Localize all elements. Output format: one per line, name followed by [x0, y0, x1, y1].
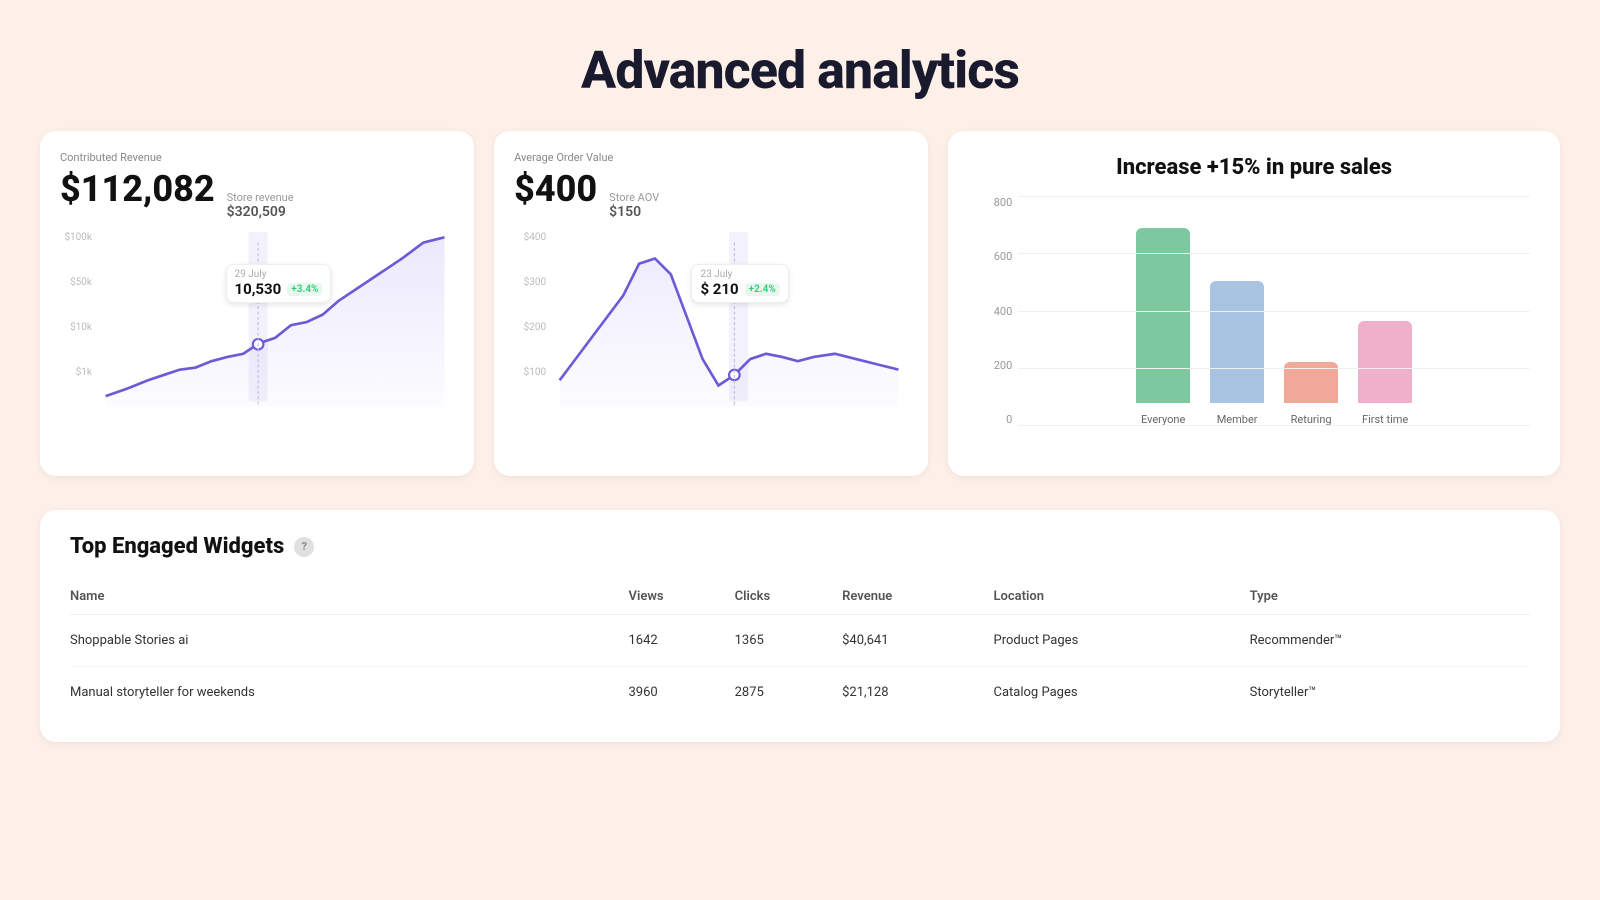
page-title: Advanced analytics	[0, 0, 1600, 131]
row2-type: Storyteller™	[1250, 667, 1530, 719]
help-icon[interactable]: ?	[294, 537, 314, 557]
revenue-card-label: Contributed Revenue	[60, 151, 454, 164]
bars-group: Everyone Member Returing First time	[1136, 226, 1412, 456]
widgets-title: Top Engaged Widgets	[70, 534, 284, 559]
aov-y3: $200	[524, 322, 546, 333]
col-views: Views	[629, 579, 735, 615]
aov-tooltip: 23 July $ 210 +2.4%	[691, 264, 788, 303]
aov-y4: $100	[524, 367, 546, 378]
bar-chart-title: Increase +15% in pure sales	[978, 155, 1530, 180]
revenue-y4: $1k	[76, 367, 92, 378]
col-location: Location	[994, 579, 1250, 615]
bar-everyone	[1136, 228, 1190, 403]
row2-views: 3960	[629, 667, 735, 719]
revenue-sub-label: Store revenue	[227, 191, 294, 204]
row2-clicks: 2875	[735, 667, 843, 719]
bar-item-member: Member	[1210, 281, 1264, 426]
bar-y1: 800	[994, 196, 1013, 209]
bar-returning	[1284, 362, 1338, 403]
bar-chart-y-axis: 800 600 400 200 0	[978, 196, 1018, 426]
bar-item-returning: Returing	[1284, 362, 1338, 426]
aov-card: Average Order Value $400 Store AOV $150 …	[494, 131, 928, 476]
revenue-line-chart	[96, 232, 454, 412]
aov-sub-label: Store AOV	[609, 191, 659, 204]
revenue-card-values: $112,082 Store revenue $320,509	[60, 168, 454, 220]
aov-main-value: $400	[514, 168, 597, 210]
revenue-tooltip: 29 July 10,530 +3.4%	[226, 264, 332, 303]
bar-chart-container: 800 600 400 200 0 Everyone	[978, 196, 1530, 456]
revenue-tooltip-date: 29 July	[235, 269, 323, 280]
aov-chart: $400 $300 $200 $100	[514, 232, 908, 412]
widgets-title-row: Top Engaged Widgets ?	[70, 534, 1530, 559]
table-row: Shoppable Stories ai 1642 1365 $40,641 P…	[70, 615, 1530, 667]
table-header: Name Views Clicks Revenue Location Type	[70, 579, 1530, 615]
bar-item-firsttime: First time	[1358, 321, 1412, 426]
aov-card-label: Average Order Value	[514, 151, 908, 164]
revenue-card: Contributed Revenue $112,082 Store reven…	[40, 131, 474, 476]
bar-label-firsttime: First time	[1362, 413, 1408, 426]
row2-revenue: $21,128	[842, 667, 993, 719]
revenue-chart: $100k $50k $10k $1k	[60, 232, 454, 412]
row2-name: Manual storyteller for weekends	[70, 667, 629, 719]
revenue-main-value: $112,082	[60, 168, 215, 210]
bar-firsttime	[1358, 321, 1412, 403]
aov-sub-value: $150	[609, 204, 659, 220]
aov-tooltip-date: 23 July	[700, 269, 779, 280]
bar-y2: 600	[994, 250, 1013, 263]
table-body: Shoppable Stories ai 1642 1365 $40,641 P…	[70, 615, 1530, 719]
bar-member	[1210, 281, 1264, 403]
revenue-y3: $10k	[70, 322, 92, 333]
row1-views: 1642	[629, 615, 735, 667]
revenue-tooltip-value: 10,530	[235, 280, 282, 298]
revenue-tooltip-badge: +3.4%	[287, 283, 322, 296]
aov-line-chart	[550, 232, 908, 412]
aov-y2: $300	[524, 277, 546, 288]
revenue-y1: $100k	[64, 232, 92, 243]
bar-label-returning: Returing	[1291, 413, 1332, 426]
aov-tooltip-badge: +2.4%	[745, 283, 780, 296]
table-row: Manual storyteller for weekends 3960 287…	[70, 667, 1530, 719]
bar-label-everyone: Everyone	[1141, 413, 1185, 426]
row1-clicks: 1365	[735, 615, 843, 667]
row2-location: Catalog Pages	[994, 667, 1250, 719]
row1-revenue: $40,641	[842, 615, 993, 667]
revenue-sub-info: Store revenue $320,509	[227, 191, 294, 220]
revenue-y2: $50k	[70, 277, 92, 288]
widgets-table: Name Views Clicks Revenue Location Type …	[70, 579, 1530, 718]
col-type: Type	[1250, 579, 1530, 615]
aov-tooltip-value: $ 210	[700, 280, 738, 298]
bar-y3: 400	[994, 305, 1013, 318]
revenue-sub-value: $320,509	[227, 204, 294, 220]
row1-name: Shoppable Stories ai	[70, 615, 629, 667]
bar-chart-card: Increase +15% in pure sales 800 600 400 …	[948, 131, 1560, 476]
col-clicks: Clicks	[735, 579, 843, 615]
bar-item-everyone: Everyone	[1136, 228, 1190, 426]
row1-location: Product Pages	[994, 615, 1250, 667]
aov-card-values: $400 Store AOV $150	[514, 168, 908, 220]
top-cards-row: Contributed Revenue $112,082 Store reven…	[0, 131, 1600, 500]
col-revenue: Revenue	[842, 579, 993, 615]
grid-line-1	[1018, 196, 1530, 197]
bar-y4: 200	[994, 359, 1013, 372]
row1-type: Recommender™	[1250, 615, 1530, 667]
aov-sub-info: Store AOV $150	[609, 191, 659, 220]
header-row: Name Views Clicks Revenue Location Type	[70, 579, 1530, 615]
aov-y1: $400	[524, 232, 546, 243]
col-name: Name	[70, 579, 629, 615]
bar-y5: 0	[1006, 413, 1012, 426]
bar-label-member: Member	[1217, 413, 1258, 426]
widgets-section: Top Engaged Widgets ? Name Views Clicks …	[40, 510, 1560, 742]
